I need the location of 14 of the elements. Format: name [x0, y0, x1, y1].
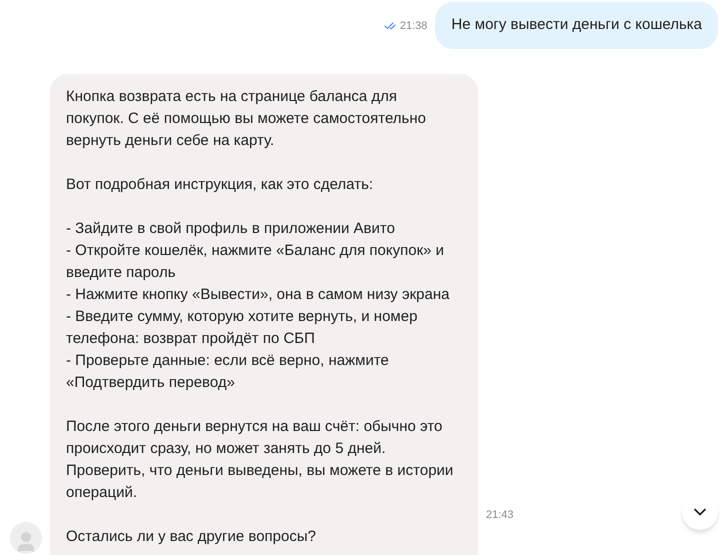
message-paragraph: Вот подробная инструкция, как это сделать: — [66, 174, 374, 194]
instruction-step: - Зайдите в свой профиль в приложении Авито — [66, 218, 458, 240]
message-paragraph: Кнопка возврата есть на странице баланса для покупок. С её помощью вы можете самостоятельно вернуть деньги себе на карту. — [66, 86, 427, 150]
message-time: 21:38 — [400, 19, 428, 34]
instruction-step: - Откройте кошелёк, нажмите «Баланс для покупок» и введите пароль — [66, 240, 458, 284]
avatar-icon — [10, 522, 42, 554]
message-paragraph: После этого деньги вернутся на ваш счёт: обычно это происходит сразу, но может занять до 5 дней. Проверить, что деньги выведены, вы можете в истории операций. — [66, 416, 454, 502]
instruction-step: - Нажмите кнопку «Вывести», она в самом низу экрана — [66, 284, 458, 306]
instruction-step: - Введите сумму, которую хотите вернуть, и номер телефона: возврат пройдёт по СБП — [66, 306, 458, 350]
scroll-down-button[interactable] — [682, 494, 718, 530]
message-time: 21:43 — [486, 508, 514, 523]
message-paragraph: Остались ли у вас другие вопросы? — [66, 526, 317, 546]
instruction-step: - Проверьте данные: если всё верно, нажмите «Подтвердить перевод» — [66, 350, 458, 394]
outgoing-message: Не могу вывести деньги с кошелька — [435, 2, 718, 48]
